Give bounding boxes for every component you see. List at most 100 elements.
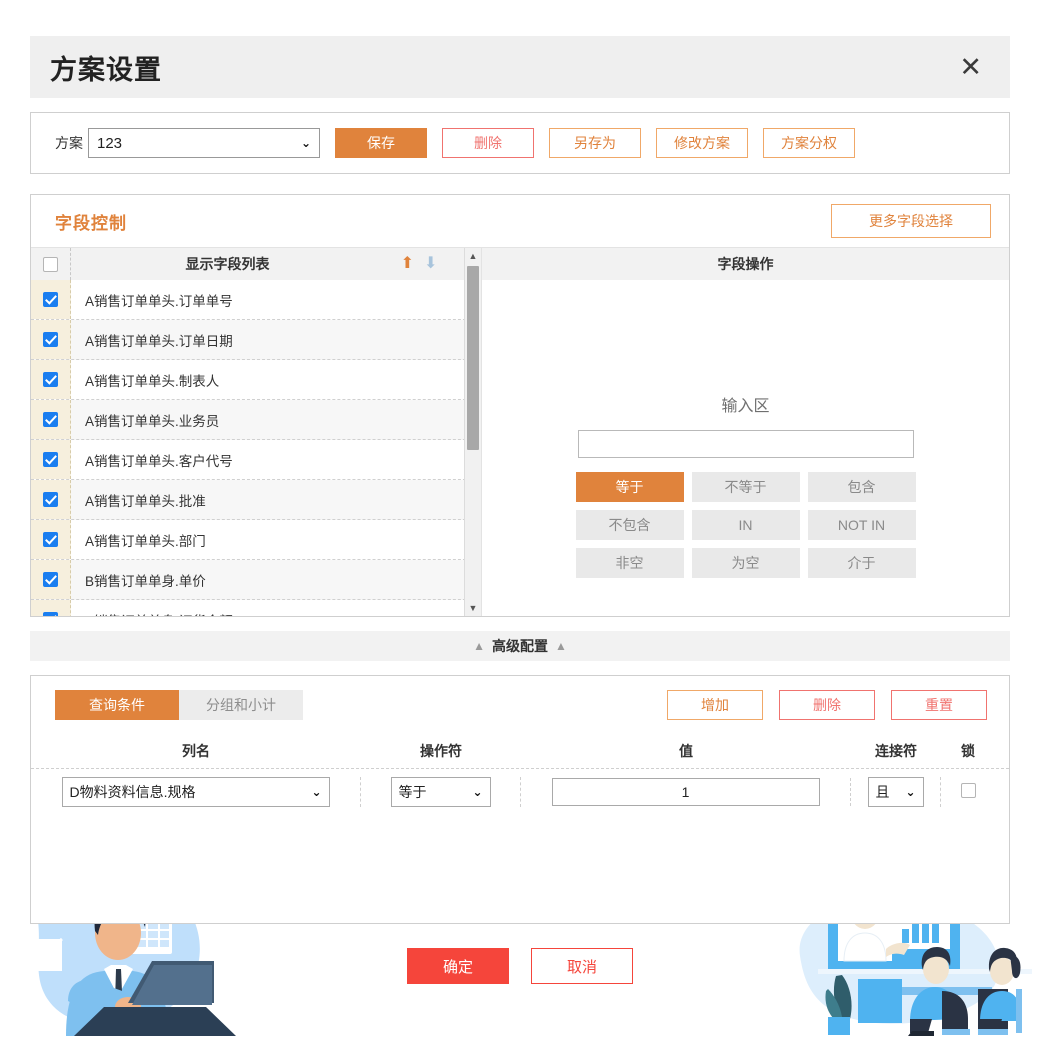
field-list-item[interactable]: B销售订单单身.单价 xyxy=(31,560,481,600)
field-checkbox[interactable] xyxy=(43,612,58,616)
save-button[interactable]: 保存 xyxy=(335,128,427,158)
operator-button-5[interactable]: NOT IN xyxy=(808,510,916,540)
add-condition-button[interactable]: 增加 xyxy=(667,690,763,720)
condition-column-select[interactable]: D物料资料信息.规格⌄ xyxy=(62,777,330,807)
conditions-tabs: 查询条件 分组和小计 xyxy=(55,690,303,720)
field-list-item[interactable]: A销售订单单头.订单日期 xyxy=(31,320,481,360)
field-list-item-label: A销售订单单头.订单日期 xyxy=(71,330,233,350)
scheme-label: 方案 xyxy=(55,133,83,153)
condition-connector-select[interactable]: 且⌄ xyxy=(868,777,924,807)
field-checkbox-cell[interactable] xyxy=(31,320,71,359)
field-checkbox[interactable] xyxy=(43,572,58,587)
operator-button-3[interactable]: 不包含 xyxy=(576,510,684,540)
field-control-body: 显示字段列表 ⬆ ⬇ A销售订单单头.订单单号A销售订单单头.订单日期A销售订单… xyxy=(31,247,1009,616)
field-checkbox-cell[interactable] xyxy=(31,440,71,479)
close-icon[interactable]: ✕ xyxy=(953,50,988,85)
operator-button-8[interactable]: 介于 xyxy=(808,548,916,578)
dialog-footer: 确定 取消 xyxy=(30,948,1010,984)
scheme-select-value: 123 xyxy=(97,135,122,152)
field-list-header: 显示字段列表 ⬆ ⬇ xyxy=(31,248,481,280)
modify-scheme-button[interactable]: 修改方案 xyxy=(656,128,748,158)
scroll-down-icon[interactable]: ▼ xyxy=(465,600,481,616)
field-list-item[interactable]: A销售订单单头.客户代号 xyxy=(31,440,481,480)
move-up-icon[interactable]: ⬆ xyxy=(401,256,414,272)
move-down-icon[interactable]: ⬇ xyxy=(424,256,437,272)
scheme-toolbar: 方案 123 ⌄ 保存 删除 另存为 修改方案 方案分权 xyxy=(30,112,1010,174)
scrollbar-thumb[interactable] xyxy=(467,266,479,450)
field-checkbox[interactable] xyxy=(43,372,58,387)
column-header-lock: 锁 xyxy=(941,741,995,761)
field-list-item[interactable]: A销售订单单头.批准 xyxy=(31,480,481,520)
field-checkbox-cell[interactable] xyxy=(31,400,71,439)
field-checkbox[interactable] xyxy=(43,412,58,427)
input-area-field[interactable] xyxy=(578,430,914,458)
field-checkbox-cell[interactable] xyxy=(31,360,71,399)
field-list-column: 显示字段列表 ⬆ ⬇ A销售订单单头.订单单号A销售订单单头.订单日期A销售订单… xyxy=(31,248,481,616)
advanced-config-label: 高级配置 xyxy=(492,636,548,656)
field-list-rows: A销售订单单头.订单单号 A销售订单单头.订单日期 A销售订单单头.制表人 A销售订单… xyxy=(31,280,481,616)
condition-connector-value: 且 xyxy=(876,782,890,802)
field-checkbox[interactable] xyxy=(43,492,58,507)
field-checkbox[interactable] xyxy=(43,332,58,347)
field-list-item-label: A销售订单单头.制表人 xyxy=(71,370,219,390)
condition-row: D物料资料信息.规格⌄等于⌄且⌄ xyxy=(31,768,1009,815)
operator-button-4[interactable]: IN xyxy=(692,510,800,540)
delete-scheme-button[interactable]: 删除 xyxy=(442,128,534,158)
scroll-up-icon[interactable]: ▲ xyxy=(465,248,481,264)
field-list-item[interactable]: A销售订单单头.制表人 xyxy=(31,360,481,400)
field-operation-title: 字段操作 xyxy=(482,254,1009,274)
field-checkbox[interactable] xyxy=(43,292,58,307)
confirm-button[interactable]: 确定 xyxy=(407,948,509,984)
scheme-select[interactable]: 123 ⌄ xyxy=(88,128,320,158)
field-checkbox-cell[interactable] xyxy=(31,560,71,599)
field-checkbox-cell[interactable] xyxy=(31,480,71,519)
advanced-config-toggle[interactable]: ▲ 高级配置 ▲ xyxy=(30,631,1010,661)
field-control-title: 字段控制 xyxy=(55,209,127,234)
field-control-header: 字段控制 更多字段选择 xyxy=(31,195,1009,247)
field-list-scrollbar[interactable]: ▲ ▼ xyxy=(464,248,481,616)
operator-button-1[interactable]: 不等于 xyxy=(692,472,800,502)
cancel-button[interactable]: 取消 xyxy=(531,948,633,984)
field-list-item[interactable]: A销售订单单头.订单单号 xyxy=(31,280,481,320)
scheme-permission-button[interactable]: 方案分权 xyxy=(763,128,855,158)
chevron-down-icon: ⌄ xyxy=(311,785,321,799)
field-checkbox-cell[interactable] xyxy=(31,520,71,559)
column-header-operator: 操作符 xyxy=(361,741,521,761)
operator-button-2[interactable]: 包含 xyxy=(808,472,916,502)
field-control-panel: 字段控制 更多字段选择 显示字段列表 ⬆ ⬇ A销售订单单头.订单单号A销售订 xyxy=(30,194,1010,617)
field-checkbox[interactable] xyxy=(43,452,58,467)
field-checkbox-cell[interactable] xyxy=(31,600,71,616)
save-as-button[interactable]: 另存为 xyxy=(549,128,641,158)
input-area-caption: 输入区 xyxy=(482,392,1009,416)
condition-value-input[interactable] xyxy=(552,778,820,806)
tab-query-conditions[interactable]: 查询条件 xyxy=(55,690,179,720)
operator-button-0[interactable]: 等于 xyxy=(576,472,684,502)
tab-group-subtotal[interactable]: 分组和小计 xyxy=(179,690,303,720)
field-operation-column: 字段操作 输入区 等于不等于包含不包含 IN NOT IN 非空为空介于 xyxy=(481,248,1009,616)
input-area-wrap: 输入区 等于不等于包含不包含 IN NOT IN 非空为空介于 xyxy=(482,280,1009,578)
conditions-actions: 增加 删除 重置 xyxy=(651,690,987,720)
field-list-column-label: 显示字段列表 xyxy=(71,254,374,274)
more-fields-button[interactable]: 更多字段选择 xyxy=(831,204,991,238)
field-list-item-label: A销售订单单头.批准 xyxy=(71,490,206,510)
column-header-value: 值 xyxy=(521,741,851,761)
delete-condition-button[interactable]: 删除 xyxy=(779,690,875,720)
field-checkbox[interactable] xyxy=(43,532,58,547)
conditions-table: 列名 操作符 值 连接符 锁 D物料资料信息.规格⌄等于⌄且⌄ xyxy=(31,734,1009,815)
field-list-item[interactable]: A销售订单单头.部门 xyxy=(31,520,481,560)
operator-button-6[interactable]: 非空 xyxy=(576,548,684,578)
chevron-down-icon: ⌄ xyxy=(905,785,915,799)
select-all-checkbox[interactable] xyxy=(43,257,58,272)
page-title: 方案设置 xyxy=(50,48,162,87)
dialog-titlebar: 方案设置 ✕ xyxy=(30,36,1010,98)
condition-lock-checkbox[interactable] xyxy=(961,783,976,798)
panel-spacer xyxy=(31,815,1009,923)
reset-condition-button[interactable]: 重置 xyxy=(891,690,987,720)
field-list-item[interactable]: B销售订单单身.订货金额 xyxy=(31,600,481,616)
condition-operator-select[interactable]: 等于⌄ xyxy=(391,777,491,807)
operator-button-7[interactable]: 为空 xyxy=(692,548,800,578)
field-list-item[interactable]: A销售订单单头.业务员 xyxy=(31,400,481,440)
field-checkbox-cell[interactable] xyxy=(31,280,71,319)
select-all-cell[interactable] xyxy=(31,248,71,280)
sort-arrows: ⬆ ⬇ xyxy=(374,256,464,272)
